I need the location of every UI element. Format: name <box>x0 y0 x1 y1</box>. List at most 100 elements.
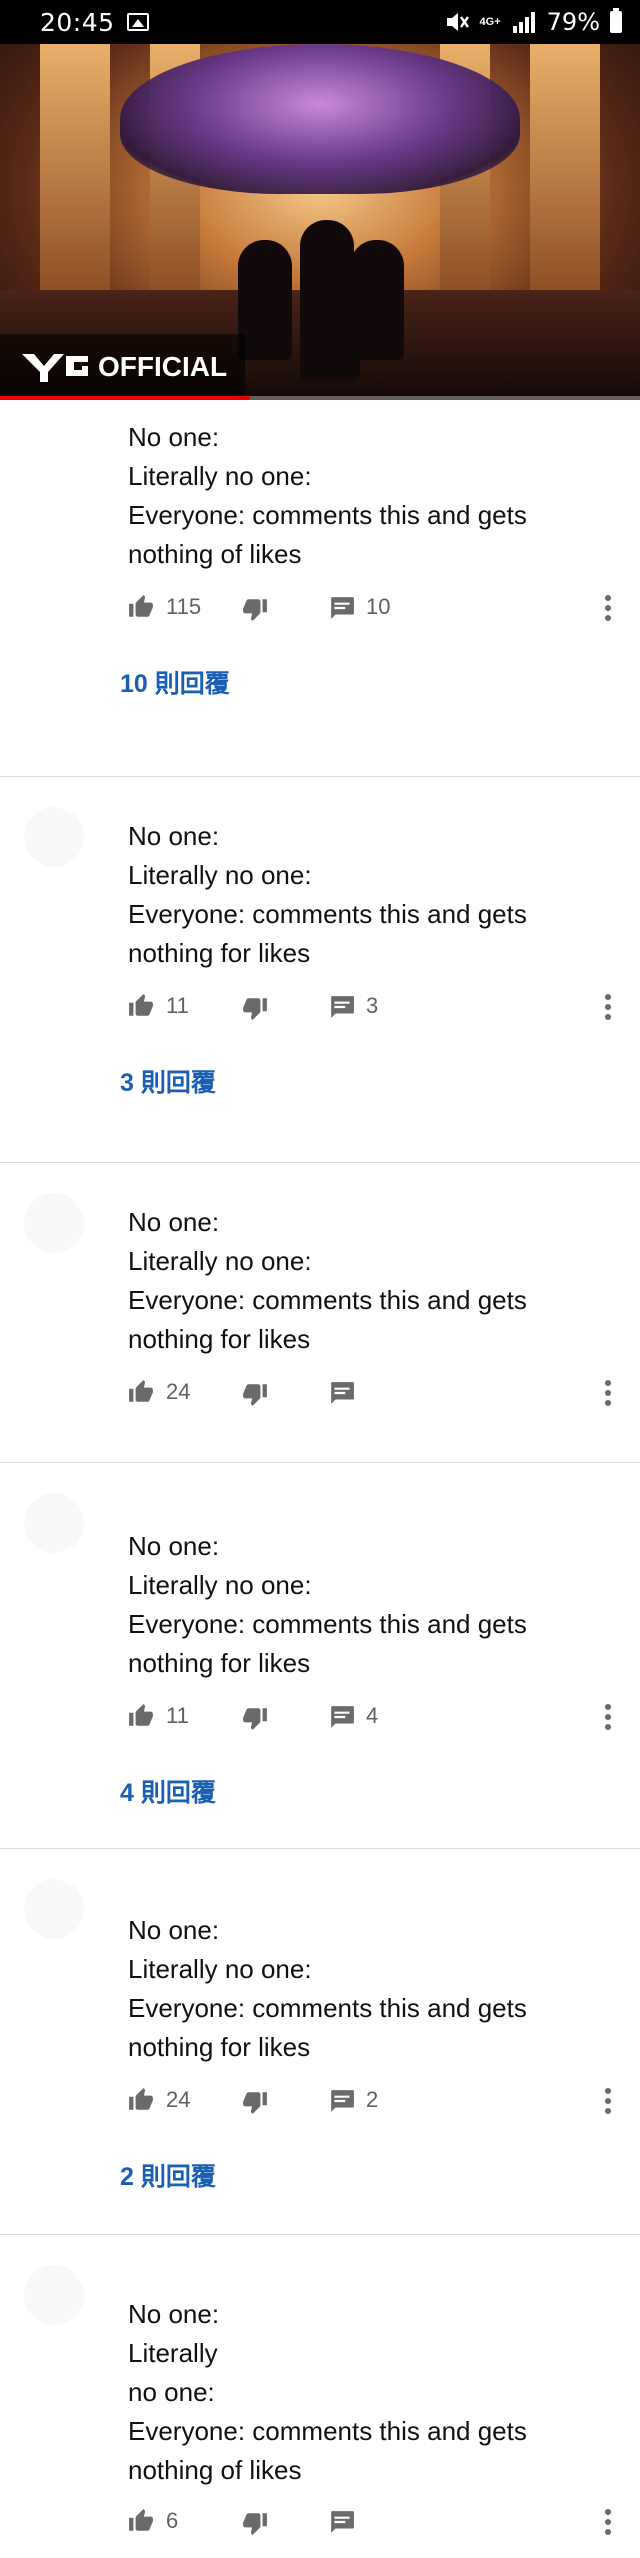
video-scene-pillar <box>40 44 110 304</box>
comment-line: Literally no one: <box>128 1570 312 1600</box>
video-scene-wings <box>120 44 520 194</box>
comment-bubble-icon[interactable] <box>329 1381 355 1405</box>
thumb-down-icon[interactable] <box>242 1381 268 1407</box>
channel-logo-text: OFFICIAL <box>98 351 228 382</box>
battery-icon <box>610 8 622 33</box>
comment-actions: 11 4 <box>128 1695 640 1737</box>
like-count: 24 <box>166 2087 191 2112</box>
comment-line: No one: <box>128 1531 220 1561</box>
comment-item: No one: Literally no one: Everyone: comm… <box>0 777 640 1163</box>
thumb-down-icon[interactable] <box>242 2510 268 2536</box>
thumb-down-icon[interactable] <box>242 2089 268 2115</box>
view-replies-link[interactable]: 3 則回覆 <box>120 1063 216 1099</box>
comment-text: No one: Literally no one: Everyone: comm… <box>128 1527 640 1683</box>
avatar[interactable] <box>24 1493 84 1553</box>
comment-line: nothing for likes <box>128 938 311 968</box>
comment-text: No one: Literally no one: Everyone: comm… <box>128 1911 640 2067</box>
like-count: 11 <box>166 1703 189 1728</box>
comment-line: Everyone: comments this and gets <box>128 1993 527 2023</box>
more-vert-icon[interactable] <box>604 2087 612 2115</box>
signal-icon <box>512 12 535 33</box>
reply-count: 2 <box>366 2087 379 2112</box>
comment-text: No one: Literally no one: Everyone: comm… <box>128 418 640 574</box>
like-count: 115 <box>166 594 202 619</box>
channel-watermark: OFFICIAL <box>0 334 245 400</box>
comment-line: nothing of likes <box>128 539 302 569</box>
comment-line: No one: <box>128 1207 220 1237</box>
comment-item: No one: Literally no one: Everyone: comm… <box>0 400 640 777</box>
video-scene-figure <box>300 300 360 380</box>
comment-line: No one: <box>128 422 220 452</box>
comment-item: No one: Literally no one: Everyone: comm… <box>0 2235 640 2558</box>
comment-item: No one: Literally no one: Everyone: comm… <box>0 1163 640 1463</box>
like-count: 6 <box>166 2508 179 2533</box>
more-vert-icon[interactable] <box>604 1703 612 1731</box>
avatar[interactable] <box>24 1879 84 1939</box>
comment-line: Literally no one: <box>128 1954 312 1984</box>
comment-bubble-icon[interactable] <box>329 2089 355 2113</box>
more-vert-icon[interactable] <box>604 993 612 1021</box>
thumb-up-icon[interactable] <box>128 1379 154 1405</box>
comment-line: Literally no one: <box>128 1246 312 1276</box>
comment-bubble-icon[interactable] <box>329 596 355 620</box>
view-replies-link[interactable]: 10 則回覆 <box>120 664 230 700</box>
thumb-down-icon[interactable] <box>242 596 268 622</box>
thumb-up-icon[interactable] <box>128 993 154 1019</box>
like-count: 24 <box>166 1379 191 1404</box>
like-count: 11 <box>166 993 189 1018</box>
status-icons: 4G+ 79% <box>444 8 622 36</box>
comment-line: Literally no one: <box>128 461 312 491</box>
comment-line: nothing for likes <box>128 1648 311 1678</box>
comment-line: Everyone: comments this and gets <box>128 500 527 530</box>
comment-actions: 6 <box>128 2500 640 2542</box>
comment-line: no one: <box>128 2377 215 2407</box>
video-scene-pillar <box>530 44 600 304</box>
comment-bubble-icon[interactable] <box>329 995 355 1019</box>
thumb-up-icon[interactable] <box>128 594 154 620</box>
thumb-down-icon[interactable] <box>242 1705 268 1731</box>
comment-actions: 24 <box>128 1371 640 1413</box>
comment-bubble-icon[interactable] <box>329 1705 355 1729</box>
avatar[interactable] <box>24 1193 84 1253</box>
comment-line: No one: <box>128 821 220 851</box>
more-vert-icon[interactable] <box>604 2508 612 2536</box>
comment-list: No one: Literally no one: Everyone: comm… <box>0 400 640 2558</box>
comment-line: No one: <box>128 2299 220 2329</box>
thumb-up-icon[interactable] <box>128 2508 154 2534</box>
video-player[interactable]: OFFICIAL <box>0 44 640 400</box>
comment-line: Everyone: comments this and gets <box>128 1285 527 1315</box>
comment-line: Everyone: comments this and gets <box>128 1609 527 1639</box>
avatar[interactable] <box>24 2265 84 2325</box>
comment-line: Literally no one: <box>128 860 312 890</box>
comment-text: No one: Literally no one: Everyone: comm… <box>128 817 640 973</box>
video-scene-figure <box>238 240 292 360</box>
comment-line: No one: <box>128 1915 220 1945</box>
comment-item: No one: Literally no one: Everyone: comm… <box>0 1463 640 1849</box>
view-replies-link[interactable]: 4 則回覆 <box>120 1773 216 1809</box>
comment-line: nothing of likes <box>128 2455 302 2485</box>
thumb-up-icon[interactable] <box>128 2087 154 2113</box>
more-vert-icon[interactable] <box>604 1379 612 1407</box>
reply-count: 10 <box>366 594 391 619</box>
comment-line: nothing for likes <box>128 1324 311 1354</box>
thumb-up-icon[interactable] <box>128 1703 154 1729</box>
comment-text: No one: Literally no one: Everyone: comm… <box>128 1203 640 1359</box>
reply-count: 3 <box>366 993 379 1018</box>
comment-line: nothing for likes <box>128 2032 311 2062</box>
view-replies-link[interactable]: 2 則回覆 <box>120 2157 216 2193</box>
more-vert-icon[interactable] <box>604 594 612 622</box>
comment-actions: 115 10 <box>128 586 640 628</box>
comment-actions: 24 2 <box>128 2079 640 2121</box>
clock: 20:45 <box>40 7 115 37</box>
comment-item: No one: Literally no one: Everyone: comm… <box>0 1849 640 2235</box>
comment-line: Literally <box>128 2338 218 2368</box>
mute-icon <box>446 13 469 31</box>
avatar[interactable] <box>24 807 84 867</box>
comment-actions: 11 3 <box>128 985 640 1027</box>
comment-line: Everyone: comments this and gets <box>128 2416 527 2446</box>
status-bar: 20:45 4G+ 79% <box>0 0 640 44</box>
comment-bubble-icon[interactable] <box>329 2510 355 2534</box>
yg-logo-icon <box>22 354 88 382</box>
network-type: 4G+ <box>479 15 501 28</box>
thumb-down-icon[interactable] <box>242 995 268 1021</box>
